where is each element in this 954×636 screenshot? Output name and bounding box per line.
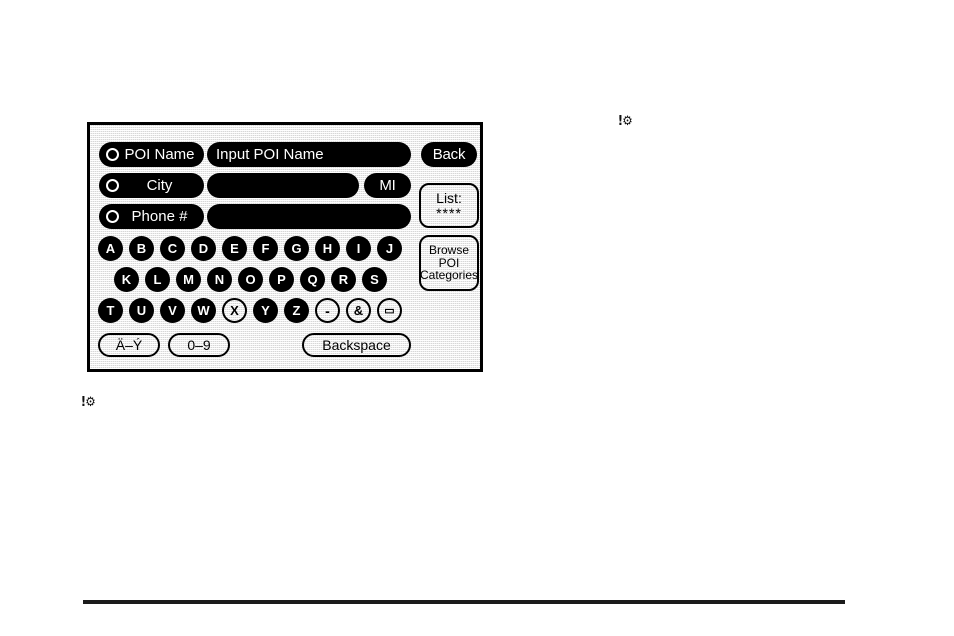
key-backspace-label: Backspace <box>322 337 391 353</box>
key-n-label: N <box>214 272 225 287</box>
key-n[interactable]: N <box>207 267 232 292</box>
radio-label-city: City <box>146 177 173 194</box>
key-l-label: L <box>153 272 162 287</box>
key-a[interactable]: A <box>98 236 123 261</box>
key-t[interactable]: T <box>98 298 123 323</box>
key-f-label: F <box>261 241 270 256</box>
key-h[interactable]: H <box>315 236 340 261</box>
key-j[interactable]: J <box>377 236 402 261</box>
radio-icon-phone <box>106 210 119 223</box>
key-u-label: U <box>136 303 147 318</box>
key-t-label: T <box>106 303 115 318</box>
key-v[interactable]: V <box>160 298 185 323</box>
radio-row-city[interactable]: City <box>99 173 204 198</box>
key-m[interactable]: M <box>176 267 201 292</box>
radio-icon-poi-name <box>106 148 119 161</box>
key-k-label: K <box>121 272 132 287</box>
key-numeric-mode-label: 0–9 <box>187 337 211 353</box>
key-b[interactable]: B <box>129 236 154 261</box>
radio-row-poi-name[interactable]: POI Name <box>99 142 204 167</box>
key-h-label: H <box>322 241 333 256</box>
key-g[interactable]: G <box>284 236 309 261</box>
key-ampersand[interactable]: & <box>346 298 371 323</box>
key-j-label: J <box>385 241 394 256</box>
key-w-label: W <box>197 303 210 318</box>
key-c[interactable]: C <box>160 236 185 261</box>
key-g-label: G <box>291 241 302 256</box>
key-o-label: O <box>245 272 256 287</box>
back-button[interactable]: Back <box>421 142 477 167</box>
page-mark-top-right: !⚙ <box>617 114 633 129</box>
key-d[interactable]: D <box>191 236 216 261</box>
key-d-label: D <box>198 241 209 256</box>
key-i-label: I <box>356 241 361 256</box>
phone-input[interactable] <box>207 204 411 229</box>
radio-row-phone[interactable]: Phone # <box>99 204 204 229</box>
key-z[interactable]: Z <box>284 298 309 323</box>
key-i[interactable]: I <box>346 236 371 261</box>
key-r[interactable]: R <box>331 267 356 292</box>
key-e[interactable]: E <box>222 236 247 261</box>
state-button[interactable]: MI <box>364 173 411 198</box>
browse-button-line3: Categories <box>419 268 479 283</box>
key-hyphen[interactable]: - <box>315 298 340 323</box>
space-bar-icon: ▭ <box>384 305 395 317</box>
key-accented-letters-label: Ä–Ý <box>115 337 143 353</box>
key-y[interactable]: Y <box>253 298 278 323</box>
key-x[interactable]: X <box>222 298 247 323</box>
key-b-label: B <box>136 241 147 256</box>
poi-name-input[interactable]: Input POI Name <box>207 142 411 167</box>
footer-rule <box>83 600 845 604</box>
list-button[interactable]: List: **** <box>419 183 479 228</box>
state-button-label: MI <box>379 177 396 194</box>
back-button-label: Back <box>432 146 466 163</box>
key-backspace[interactable]: Backspace <box>302 333 411 357</box>
key-q-label: Q <box>307 272 318 287</box>
key-u[interactable]: U <box>129 298 154 323</box>
key-v-label: V <box>168 303 177 318</box>
key-m-label: M <box>183 272 194 287</box>
key-l[interactable]: L <box>145 267 170 292</box>
key-z-label: Z <box>292 303 301 318</box>
key-space[interactable]: ▭ <box>377 298 402 323</box>
key-numeric-mode[interactable]: 0–9 <box>168 333 230 357</box>
key-y-label: Y <box>261 303 270 318</box>
key-e-label: E <box>230 241 239 256</box>
key-x-label: X <box>230 303 239 318</box>
city-input[interactable] <box>207 173 359 198</box>
key-p-label: P <box>277 272 286 287</box>
key-c-label: C <box>167 241 178 256</box>
key-s[interactable]: S <box>362 267 387 292</box>
list-button-label: List: <box>436 189 462 206</box>
key-k[interactable]: K <box>114 267 139 292</box>
page-mark-below-screen: !⚙ <box>80 395 96 410</box>
radio-icon-city <box>106 179 119 192</box>
key-q[interactable]: Q <box>300 267 325 292</box>
key-o[interactable]: O <box>238 267 263 292</box>
key-accented-letters[interactable]: Ä–Ý <box>98 333 160 357</box>
key-f[interactable]: F <box>253 236 278 261</box>
nav-screen-panel: POI Name Input POI Name City MI Phone # … <box>87 122 483 372</box>
browse-button-line1: Browse <box>428 243 469 258</box>
key-hyphen-label: - <box>325 302 330 319</box>
key-w[interactable]: W <box>191 298 216 323</box>
key-p[interactable]: P <box>269 267 294 292</box>
poi-name-input-value: Input POI Name <box>216 146 324 163</box>
key-ampersand-label: & <box>353 303 364 318</box>
key-a-label: A <box>105 241 116 256</box>
key-r-label: R <box>338 272 349 287</box>
radio-label-poi-name: POI Name <box>124 146 195 163</box>
browse-poi-categories-button[interactable]: Browse POI Categories <box>419 235 479 291</box>
radio-label-phone: Phone # <box>131 208 188 225</box>
list-button-count: **** <box>436 204 462 221</box>
key-s-label: S <box>370 272 379 287</box>
